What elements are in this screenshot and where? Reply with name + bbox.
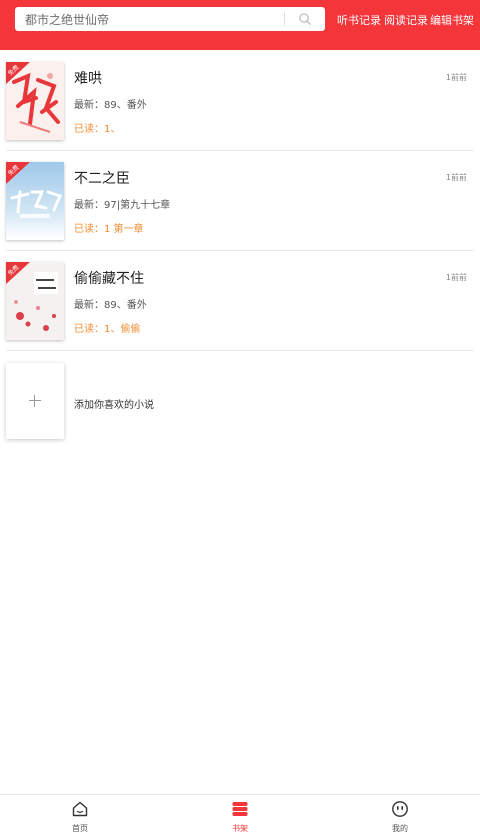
tab-label: 书架 bbox=[232, 824, 248, 833]
add-novel-item[interactable]: 添加你喜欢的小说 bbox=[0, 352, 480, 448]
search-input[interactable]: 都市之绝世仙帝 bbox=[25, 11, 109, 28]
home-icon bbox=[72, 801, 88, 817]
latest-chapter: 最新：97|第九十七章 bbox=[74, 200, 171, 211]
bookshelf-icon bbox=[232, 802, 248, 816]
search-bar[interactable]: 都市之绝世仙帝 bbox=[15, 7, 325, 31]
tab-label: 首页 bbox=[72, 824, 88, 833]
profile-icon bbox=[392, 801, 408, 817]
read-progress: 已读：1、 bbox=[74, 124, 121, 135]
add-novel-label: 添加你喜欢的小说 bbox=[74, 400, 154, 411]
plus-icon-stroke bbox=[34, 395, 35, 407]
book-title: 难哄 bbox=[74, 71, 102, 87]
divider bbox=[6, 350, 474, 351]
latest-chapter: 最新：89、番外 bbox=[74, 300, 147, 311]
top-header: 都市之绝世仙帝 听书记录 阅读记录 编辑书架 bbox=[0, 0, 480, 50]
tab-home[interactable]: 首页 bbox=[50, 795, 110, 836]
bottom-tab-bar: 首页 书架 我的 bbox=[0, 794, 480, 836]
book-cover[interactable]: 免费 bbox=[6, 262, 64, 340]
tab-profile[interactable]: 我的 bbox=[370, 795, 430, 836]
book-item[interactable]: 免费 不二之臣 最新：97|第九十七章 已读：1 第一章 1前前 bbox=[0, 151, 480, 251]
read-progress: 已读：1、偷偷 bbox=[74, 324, 141, 335]
edit-bookshelf-link[interactable]: 编辑书架 bbox=[430, 12, 474, 28]
read-progress: 已读：1 第一章 bbox=[74, 224, 144, 235]
book-title: 不二之臣 bbox=[74, 171, 130, 187]
book-cover[interactable]: 免费 bbox=[6, 62, 64, 140]
update-time: 1前前 bbox=[445, 273, 467, 282]
latest-chapter: 最新：89、番外 bbox=[74, 100, 147, 111]
tab-bookshelf[interactable]: 书架 bbox=[210, 795, 270, 836]
book-item[interactable]: 免费 偷偷藏不住 最新：89、番外 已读：1、偷偷 1前前 bbox=[0, 251, 480, 351]
update-time: 1前前 bbox=[445, 173, 467, 182]
search-icon[interactable] bbox=[298, 12, 312, 26]
search-divider bbox=[284, 12, 285, 26]
add-novel-button[interactable] bbox=[6, 363, 64, 439]
tab-label: 我的 bbox=[392, 824, 408, 833]
book-cover[interactable]: 免费 bbox=[6, 162, 64, 240]
reading-history-link[interactable]: 阅读记录 bbox=[384, 12, 428, 28]
book-title: 偷偷藏不住 bbox=[74, 271, 144, 287]
plus-icon bbox=[29, 400, 41, 401]
listen-history-link[interactable]: 听书记录 bbox=[337, 12, 381, 28]
update-time: 1前前 bbox=[445, 73, 467, 82]
book-item[interactable]: 免费 难哄 最新：89、番外 已读：1、 1前前 bbox=[0, 51, 480, 151]
